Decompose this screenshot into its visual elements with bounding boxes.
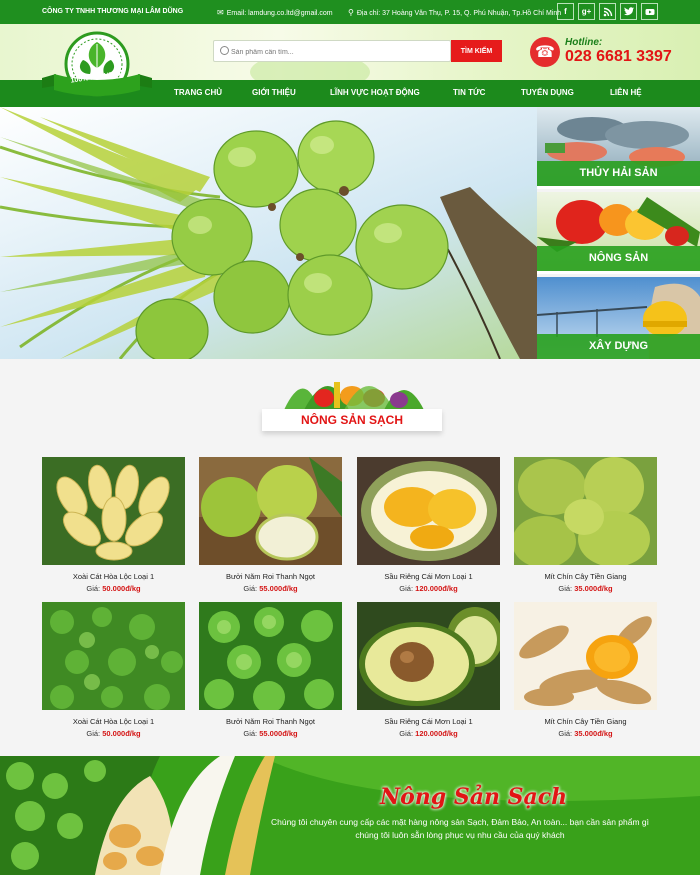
social-links: f g+ xyxy=(557,3,658,20)
product-name[interactable]: Bưởi Năm Roi Thanh Ngọt xyxy=(199,572,342,581)
hero-banner-coconuts[interactable] xyxy=(0,107,537,359)
category-construction[interactable]: XÂY DỰNG xyxy=(537,277,700,359)
product-image-turmeric[interactable] xyxy=(514,602,657,710)
product-name[interactable]: Xoài Cát Hòa Lộc Loại 1 xyxy=(42,572,185,581)
product-price: Giá: 35.000đ/kg xyxy=(558,729,613,738)
youtube-icon[interactable] xyxy=(641,3,658,20)
product-name[interactable]: Sầu Riêng Cái Mơn Loại 1 xyxy=(357,572,500,581)
nav-home[interactable]: TRANG CHỦ xyxy=(174,88,222,97)
product-card[interactable]: Mít Chín Cây Tiền Giang Giá: 35.000đ/kg xyxy=(514,457,657,593)
twitter-icon[interactable] xyxy=(620,3,637,20)
top-bar: CÔNG TY TNHH THƯƠNG MẠI LÂM DŨNG ✉ Email:… xyxy=(0,0,700,24)
rss-icon[interactable] xyxy=(599,3,616,20)
promo-banner: Nông Sản Sạch Chúng tôi chuyên cung cấp … xyxy=(0,756,700,875)
nav-news[interactable]: TIN TỨC xyxy=(453,88,485,97)
nav-careers[interactable]: TUYỂN DỤNG xyxy=(521,88,574,97)
category-seafood-label: THỦY HẢI SẢN xyxy=(537,161,700,186)
product-card[interactable]: Bưởi Năm Roi Thanh Ngọt Giá: 55.000đ/kg xyxy=(199,457,342,593)
product-price: Giá: 120.000đ/kg xyxy=(399,584,458,593)
section-title: NÔNG SẢN SẠCH xyxy=(262,362,442,437)
product-card[interactable]: Xoài Cát Hòa Lộc Loại 1 Giá: 50.000đ/kg xyxy=(42,457,185,593)
product-image-greens[interactable] xyxy=(42,602,185,710)
company-name: CÔNG TY TNHH THƯƠNG MẠI LÂM DŨNG xyxy=(42,8,184,15)
product-image-lettuce[interactable] xyxy=(199,602,342,710)
product-price: Giá: 35.000đ/kg xyxy=(558,584,613,593)
product-price: Giá: 55.000đ/kg xyxy=(243,729,298,738)
location-pin-icon: ⚲ xyxy=(348,8,354,17)
product-name[interactable]: Mít Chín Cây Tiền Giang xyxy=(514,717,657,726)
email-icon: ✉ xyxy=(217,8,224,17)
search-input[interactable] xyxy=(231,44,446,60)
site-logo[interactable]: 100% NATURAL xyxy=(42,30,152,105)
product-image-pomelo[interactable] xyxy=(199,457,342,565)
product-name[interactable]: Sầu Riêng Cái Mơn Loại 1 xyxy=(357,717,500,726)
google-plus-icon[interactable]: g+ xyxy=(578,3,595,20)
search-button[interactable]: TÌM KIẾM xyxy=(451,40,502,62)
hotline-number: 028 6681 3397 xyxy=(565,48,672,65)
product-image-jackfruit[interactable] xyxy=(514,457,657,565)
product-card[interactable]: Xoài Cát Hòa Lộc Loại 1 Giá: 50.000đ/kg xyxy=(42,602,185,738)
search-box xyxy=(213,40,451,62)
promo-title: Nông Sản Sạch xyxy=(380,784,568,810)
product-price: Giá: 50.000đ/kg xyxy=(86,584,141,593)
category-construction-label: XÂY DỰNG xyxy=(537,334,700,359)
product-card[interactable]: Bưởi Năm Roi Thanh Ngọt Giá: 55.000đ/kg xyxy=(199,602,342,738)
telephone-icon: ☎ xyxy=(530,37,560,67)
hotline-label: Hotline: xyxy=(565,37,603,48)
product-name[interactable]: Xoài Cát Hòa Lộc Loại 1 xyxy=(42,717,185,726)
section-title-text: NÔNG SẢN SẠCH xyxy=(262,409,442,431)
contact-address: ⚲ Địa chỉ: 37 Hoàng Văn Thụ, P. 15, Q. Ph… xyxy=(348,8,562,17)
promo-description: Chúng tôi chuyên cung cấp các mặt hàng n… xyxy=(270,817,650,840)
product-price: Giá: 55.000đ/kg xyxy=(243,584,298,593)
product-name[interactable]: Bưởi Năm Roi Thanh Ngọt xyxy=(199,717,342,726)
product-price: Giá: 120.000đ/kg xyxy=(399,729,458,738)
product-image-mango[interactable] xyxy=(42,457,185,565)
product-image-durian[interactable] xyxy=(357,457,500,565)
category-seafood[interactable]: THỦY HẢI SẢN xyxy=(537,107,700,189)
nav-fields[interactable]: LĨNH VỰC HOẠT ĐỘNG xyxy=(330,88,420,97)
vegetables-decoration xyxy=(274,362,430,412)
facebook-icon[interactable]: f xyxy=(557,3,574,20)
product-image-avocado[interactable] xyxy=(357,602,500,710)
product-card[interactable]: Sầu Riêng Cái Mơn Loại 1 Giá: 120.000đ/k… xyxy=(357,602,500,738)
product-price: Giá: 50.000đ/kg xyxy=(86,729,141,738)
category-agriculture[interactable]: NÔNG SẢN xyxy=(537,192,700,274)
contact-email[interactable]: ✉ Email: lamdung.co.ltd@gmail.com xyxy=(217,8,333,17)
category-agriculture-label: NÔNG SẢN xyxy=(537,246,700,271)
search-icon xyxy=(220,46,229,55)
product-card[interactable]: Mít Chín Cây Tiền Giang Giá: 35.000đ/kg xyxy=(514,602,657,738)
nav-about[interactable]: GIỚI THIỆU xyxy=(252,88,296,97)
product-name[interactable]: Mít Chín Cây Tiền Giang xyxy=(514,572,657,581)
nav-contact[interactable]: LIÊN HỆ xyxy=(610,88,642,97)
product-card[interactable]: Sầu Riêng Cái Mơn Loại 1 Giá: 120.000đ/k… xyxy=(357,457,500,593)
